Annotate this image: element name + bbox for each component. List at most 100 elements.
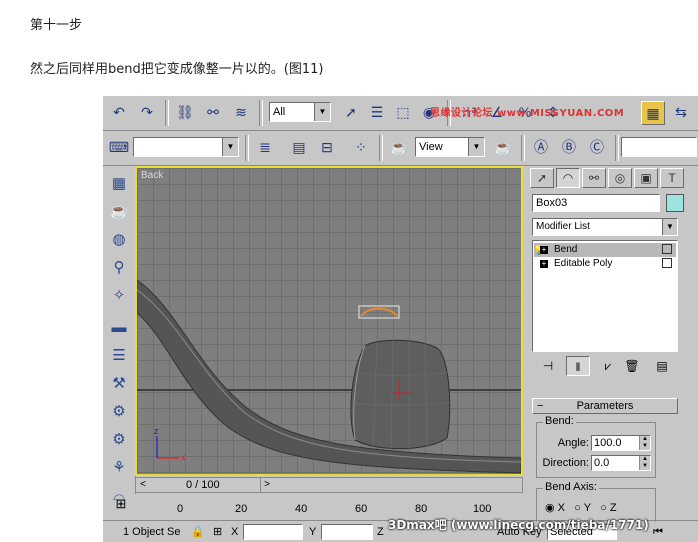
- expand-icon[interactable]: +: [540, 260, 548, 268]
- selection-count: 1 Object Se: [123, 526, 181, 538]
- sphere-icon[interactable]: ◍: [107, 228, 131, 252]
- motion-tab[interactable]: ◎: [608, 168, 632, 188]
- named-selection-icon[interactable]: ▦: [641, 101, 665, 125]
- configure-modifier-sets-icon[interactable]: ▤: [650, 356, 674, 376]
- light-icon[interactable]: ⚲: [107, 256, 131, 280]
- render-type-dropdown[interactable]: [621, 137, 697, 157]
- spinner-arrows-icon[interactable]: ▲ ▼: [639, 456, 650, 470]
- chevron-down-icon: ▼: [314, 103, 330, 121]
- toolbar-separator: [259, 100, 263, 126]
- object-color-swatch[interactable]: [666, 194, 684, 212]
- selection-filter-value: All: [273, 106, 286, 118]
- watermark-top: 思缘设计论坛 www.MISSYUAN.COM: [430, 108, 625, 119]
- modifier-type-icon: [662, 258, 672, 268]
- axis-x-label: x: [181, 452, 186, 462]
- render-b-icon[interactable]: Ⓑ: [557, 136, 581, 160]
- spinner-arrows-icon[interactable]: ▲ ▼: [639, 436, 650, 450]
- selection-filter-dropdown[interactable]: All ▼: [269, 102, 331, 122]
- track-view-icon[interactable]: ▤: [287, 136, 311, 160]
- select-object-icon[interactable]: ➚: [339, 101, 363, 125]
- bend-axis-radios: ◉ X ○ Y ○ Z: [545, 501, 617, 514]
- bent-tube-mesh: [137, 279, 521, 474]
- cylinder-icon[interactable]: ☰: [107, 344, 131, 368]
- teapot-icon[interactable]: ☕: [107, 200, 131, 224]
- angle-label: Angle:: [557, 437, 589, 449]
- ruler-tick-label: 20: [235, 503, 248, 515]
- toolbar-separator: [379, 135, 383, 161]
- command-panel: ➚ ◠ ⚯ ◎ ▣ T Box03 Modifier List ▼ 💡 + Be…: [526, 166, 698, 522]
- boxes-icon[interactable]: ▦: [107, 172, 131, 196]
- collapse-icon: −: [537, 400, 544, 412]
- y-coord-field[interactable]: [321, 524, 373, 540]
- stack-item-editable-poly[interactable]: + Editable Poly: [534, 257, 676, 271]
- render-scene-icon[interactable]: ☕: [387, 136, 411, 160]
- stack-buttons: ⊣ ‖ ⩗ 🗑 ▤: [532, 356, 678, 378]
- parameters-rollout-header[interactable]: − Parameters: [532, 398, 678, 414]
- x-label: X: [231, 526, 239, 538]
- helper-icon[interactable]: ✧: [107, 284, 131, 308]
- wrench-icon[interactable]: ⚙: [107, 400, 131, 424]
- keyboard-shortcut-icon[interactable]: ⌨: [107, 136, 131, 160]
- remove-modifier-icon[interactable]: 🗑: [620, 356, 644, 376]
- show-end-result-icon[interactable]: ‖: [566, 356, 590, 376]
- axis-z-label: z: [154, 426, 159, 436]
- material-editor-icon[interactable]: ⁘: [349, 136, 373, 160]
- layers-icon[interactable]: ≣: [253, 136, 277, 160]
- select-link-icon[interactable]: ⛓: [173, 101, 197, 125]
- rect-select-icon[interactable]: ⬚: [391, 101, 415, 125]
- radio-x[interactable]: ◉ X: [545, 502, 565, 514]
- time-next-button[interactable]: >: [260, 478, 273, 492]
- plant-icon[interactable]: ⚘: [107, 456, 131, 480]
- undo-icon[interactable]: ↶: [107, 101, 131, 125]
- bone-icon[interactable]: ⚒: [107, 372, 131, 396]
- reference-coord-dropdown[interactable]: View ▼: [415, 137, 485, 157]
- schematic-icon[interactable]: ⊟: [315, 136, 339, 160]
- display-tab[interactable]: ▣: [634, 168, 658, 188]
- redo-icon[interactable]: ↷: [135, 101, 159, 125]
- direction-spinner[interactable]: 0.0 ▲ ▼: [591, 455, 651, 471]
- modify-tab[interactable]: ◠: [556, 168, 580, 188]
- gear-icon[interactable]: ⚙: [107, 428, 131, 452]
- named-selection-dropdown[interactable]: ▼: [133, 137, 239, 157]
- go-to-start-icon[interactable]: ⏮: [653, 524, 663, 540]
- quick-render-icon[interactable]: ☕: [491, 136, 515, 160]
- stack-item-bend[interactable]: 💡 + Bend: [533, 243, 676, 257]
- modifier-list-dropdown[interactable]: Modifier List ▼: [532, 218, 678, 236]
- object-name-field[interactable]: Box03: [532, 194, 660, 212]
- direction-row: Direction: 0.0 ▲ ▼: [543, 455, 651, 471]
- modifier-list-label: Modifier List: [536, 221, 590, 232]
- unlink-icon[interactable]: ⚯: [201, 101, 225, 125]
- angle-spinner[interactable]: 100.0 ▲ ▼: [591, 435, 651, 451]
- radio-y[interactable]: ○ Y: [574, 502, 591, 514]
- stack-item-label: Bend: [554, 244, 578, 255]
- hierarchy-tab[interactable]: ⚯: [582, 168, 606, 188]
- angle-row: Angle: 100.0 ▲ ▼: [543, 435, 651, 451]
- toolbar-separator: [165, 100, 169, 126]
- step-title: 第十一步: [30, 18, 83, 33]
- viewport-back[interactable]: Back x z: [135, 166, 523, 476]
- mirror-icon[interactable]: ⇆: [669, 101, 693, 125]
- render-c-icon[interactable]: Ⓒ: [585, 136, 609, 160]
- chevron-down-icon: ▼: [662, 219, 677, 235]
- pin-stack-icon[interactable]: ⊣: [536, 356, 560, 376]
- ruler-tick-label: 80: [415, 503, 428, 515]
- make-unique-icon[interactable]: ⩗: [596, 356, 620, 376]
- ruler-tick-label: 100: [473, 503, 492, 515]
- time-slider[interactable]: < 0 / 100 >: [135, 477, 523, 493]
- render-a-icon[interactable]: Ⓐ: [529, 136, 553, 160]
- transform-mode-icon[interactable]: ⊞: [213, 524, 222, 540]
- select-by-name-icon[interactable]: ☰: [365, 101, 389, 125]
- utilities-tab[interactable]: T: [660, 168, 684, 188]
- lock-icon[interactable]: 🔒: [191, 524, 205, 540]
- track-bar-icon[interactable]: ⊞: [111, 496, 131, 516]
- x-coord-field[interactable]: [243, 524, 303, 540]
- modifier-stack: 💡 + Bend + Editable Poly: [532, 240, 678, 352]
- expand-icon[interactable]: +: [540, 246, 548, 254]
- modifier-type-icon: [662, 244, 672, 254]
- bind-space-warp-icon[interactable]: ≋: [229, 101, 253, 125]
- radio-z[interactable]: ○ Z: [600, 502, 616, 514]
- create-tab[interactable]: ➚: [530, 168, 554, 188]
- compound-icon[interactable]: ▬: [107, 316, 131, 340]
- time-prev-button[interactable]: <: [137, 478, 149, 492]
- chevron-down-icon: ▼: [468, 138, 484, 156]
